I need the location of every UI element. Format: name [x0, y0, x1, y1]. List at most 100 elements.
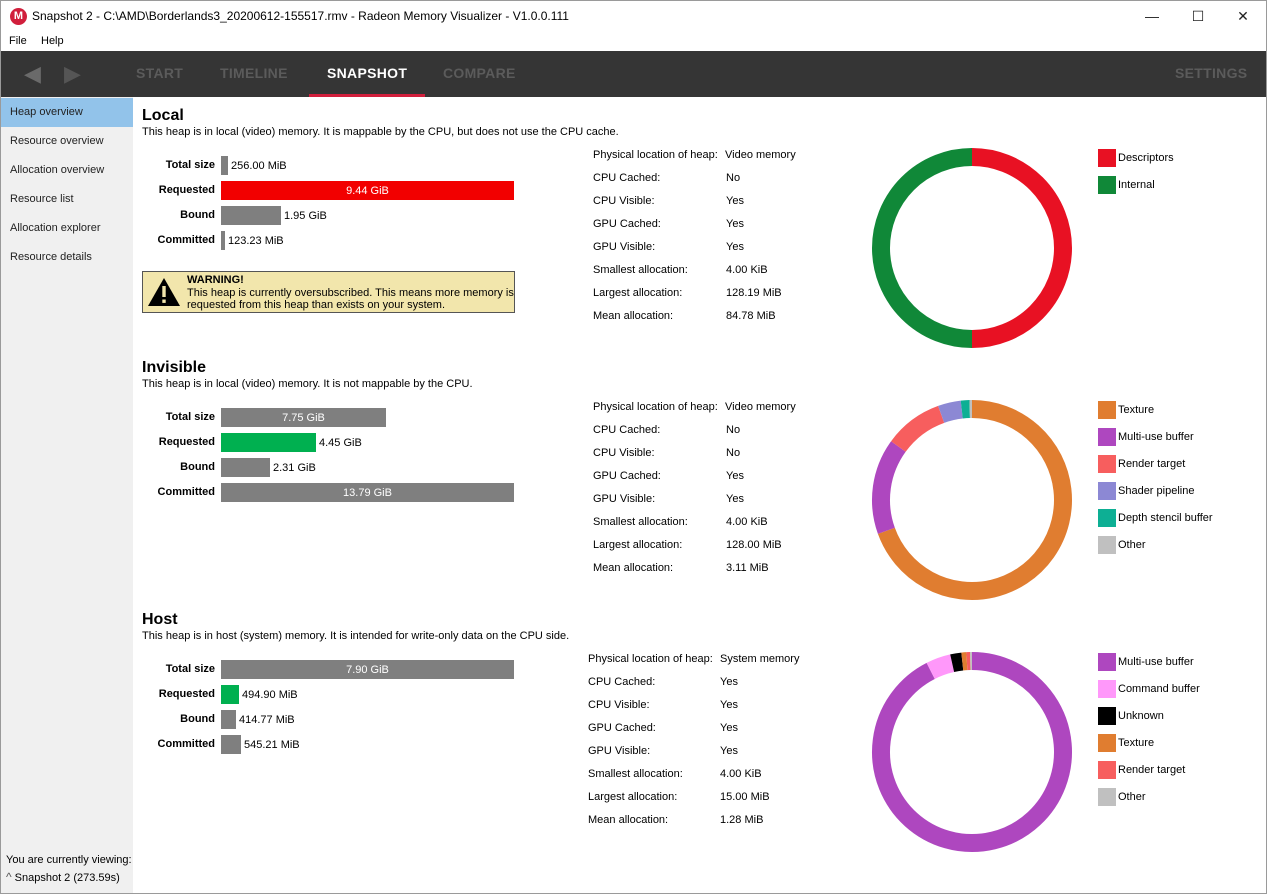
legend-swatch — [1098, 653, 1116, 671]
gpu-cached-label: GPU Cached: — [593, 218, 661, 230]
donut-segment-descriptors[interactable] — [971, 148, 1072, 348]
warning-line-2: requested from this heap than exists on … — [187, 299, 446, 311]
gpu-visible-label: GPU Visible: — [593, 241, 656, 253]
mean-allocation-value: 84.78 MiB — [726, 310, 776, 322]
legend-label: Descriptors — [1118, 152, 1174, 164]
largest-allocation-value: 128.00 MiB — [726, 539, 782, 551]
cpu-cached-value: No — [726, 424, 741, 436]
menu-file[interactable]: File — [9, 35, 27, 47]
tab-compare[interactable]: COMPARE — [443, 65, 516, 81]
smallest-allocation-value: 4.00 KiB — [726, 264, 768, 276]
total-size-value: 7.90 GiB — [346, 664, 389, 676]
close-button[interactable]: ✕ — [1220, 1, 1266, 32]
requested-bar — [221, 685, 239, 704]
minimize-button[interactable]: — — [1129, 1, 1175, 32]
host-heap-donut-chart — [872, 652, 1072, 852]
largest-allocation-label: Largest allocation: — [593, 287, 683, 299]
physical-location-value: Video memory — [725, 401, 796, 413]
sidebar-item-resource-overview[interactable]: Resource overview — [1, 127, 133, 156]
cpu-cached-label: CPU Cached: — [593, 424, 661, 436]
physical-location-value: Video memory — [725, 149, 796, 161]
legend-swatch — [1098, 401, 1116, 419]
largest-allocation-label: Largest allocation: — [593, 539, 683, 551]
sidebar: Heap overview Resource overview Allocati… — [1, 97, 133, 893]
forward-arrow-icon[interactable]: ▶ — [64, 63, 81, 85]
gpu-visible-value: Yes — [726, 241, 744, 253]
window-title: Snapshot 2 - C:\AMD\Borderlands3_2020061… — [32, 9, 569, 23]
gpu-cached-value: Yes — [720, 722, 738, 734]
sidebar-item-resource-list[interactable]: Resource list — [1, 185, 133, 214]
donut-segment-depth-stencil-buffer[interactable] — [960, 400, 971, 419]
menu-help[interactable]: Help — [41, 35, 64, 47]
heap-local: Local This heap is in local (video) memo… — [133, 97, 1266, 349]
sidebar-item-resource-details[interactable]: Resource details — [1, 243, 133, 272]
sidebar-item-allocation-explorer[interactable]: Allocation explorer — [1, 214, 133, 243]
legend-swatch — [1098, 428, 1116, 446]
bound-value: 1.95 GiB — [284, 210, 327, 222]
tab-settings[interactable]: SETTINGS — [1175, 65, 1247, 81]
legend-swatch — [1098, 149, 1116, 167]
cpu-visible-value: No — [726, 447, 741, 459]
heap-title: Invisible — [142, 359, 207, 376]
heap-title: Local — [142, 107, 184, 124]
viewing-snapshot[interactable]: ^ Snapshot 2 (273.59s) — [6, 870, 120, 884]
bound-bar — [221, 710, 236, 729]
donut-segment-multi-use-buffer[interactable] — [872, 441, 906, 534]
warning-icon — [148, 278, 180, 306]
title-bar: M Snapshot 2 - C:\AMD\Borderlands3_20200… — [1, 1, 1266, 32]
donut-segment-command-buffer[interactable] — [926, 654, 955, 680]
legend-label: Other — [1118, 791, 1146, 803]
legend-label: Depth stencil buffer — [1118, 512, 1213, 524]
requested-label: Requested — [158, 184, 215, 196]
heap-title: Host — [142, 611, 178, 628]
donut-segment-internal[interactable] — [872, 148, 973, 348]
donut-segment-render-target[interactable] — [891, 405, 945, 453]
total-size-label: Total size — [165, 159, 215, 171]
mean-allocation-value: 1.28 MiB — [720, 814, 764, 826]
back-arrow-icon[interactable]: ◀ — [24, 63, 41, 85]
nav-bar: ◀ ▶ START TIMELINE SNAPSHOT COMPARE SETT… — [1, 51, 1266, 97]
app-window: M Snapshot 2 - C:\AMD\Borderlands3_20200… — [0, 0, 1267, 894]
gpu-visible-label: GPU Visible: — [588, 745, 651, 757]
tab-start[interactable]: START — [136, 65, 183, 81]
smallest-allocation-label: Smallest allocation: — [593, 264, 688, 276]
total-size-value: 7.75 GiB — [282, 412, 325, 424]
gpu-visible-label: GPU Visible: — [593, 493, 656, 505]
heap-host: Host This heap is in host (system) memor… — [133, 601, 1266, 853]
donut-segment-unknown[interactable] — [950, 652, 964, 672]
cpu-cached-value: No — [726, 172, 741, 184]
legend-label: Command buffer — [1118, 683, 1200, 695]
sidebar-item-allocation-overview[interactable]: Allocation overview — [1, 156, 133, 185]
heap-description: This heap is in local (video) memory. It… — [142, 378, 473, 390]
total-size-value: 256.00 MiB — [231, 160, 287, 172]
sidebar-item-heap-overview[interactable]: Heap overview — [1, 98, 133, 127]
bound-label: Bound — [180, 461, 215, 473]
maximize-button[interactable]: ☐ — [1175, 1, 1221, 32]
mean-allocation-label: Mean allocation: — [593, 310, 674, 322]
committed-label: Committed — [157, 234, 215, 246]
cpu-cached-label: CPU Cached: — [593, 172, 661, 184]
tab-snapshot[interactable]: SNAPSHOT — [327, 65, 407, 81]
legend-label: Unknown — [1118, 710, 1164, 722]
heap-invisible: Invisible This heap is in local (video) … — [133, 349, 1266, 601]
legend-swatch — [1098, 707, 1116, 725]
legend-swatch — [1098, 680, 1116, 698]
tab-timeline[interactable]: TIMELINE — [220, 65, 288, 81]
legend-swatch — [1098, 482, 1116, 500]
requested-label: Requested — [158, 436, 215, 448]
gpu-cached-label: GPU Cached: — [588, 722, 656, 734]
bound-value: 2.31 GiB — [273, 462, 316, 474]
legend-swatch — [1098, 509, 1116, 527]
legend-swatch — [1098, 761, 1116, 779]
committed-value: 545.21 MiB — [244, 739, 300, 751]
smallest-allocation-label: Smallest allocation: — [588, 768, 683, 780]
gpu-cached-value: Yes — [726, 470, 744, 482]
committed-label: Committed — [157, 738, 215, 750]
cpu-cached-label: CPU Cached: — [588, 676, 656, 688]
legend-label: Internal — [1118, 179, 1155, 191]
donut-segment-multi-use-buffer[interactable] — [872, 652, 1072, 852]
cpu-visible-value: Yes — [726, 195, 744, 207]
donut-segment-shader-pipeline[interactable] — [938, 400, 963, 423]
legend-label: Texture — [1118, 737, 1155, 749]
legend-label: Other — [1118, 539, 1146, 551]
